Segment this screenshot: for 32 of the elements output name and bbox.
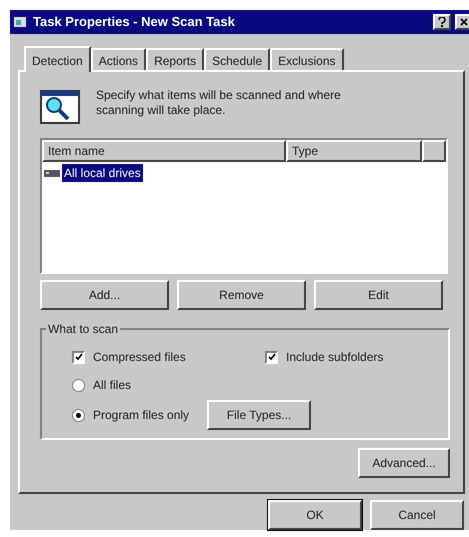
column-header[interactable]: Item name: [42, 140, 286, 162]
file-types-button[interactable]: File Types...: [207, 400, 312, 430]
option-label: Include subfolders: [286, 349, 384, 366]
list-action-button[interactable]: Edit: [314, 280, 443, 310]
checkmark-icon: [74, 353, 82, 361]
window-title: Task Properties - New Scan Task: [33, 13, 236, 32]
list-item[interactable]: All local drives: [62, 164, 143, 182]
list-action-button[interactable]: Remove: [177, 280, 306, 310]
tab[interactable]: Detection: [24, 46, 91, 72]
magnifier-icon: [40, 88, 80, 124]
tab[interactable]: Schedule: [204, 48, 270, 70]
description-text: Specify what items will be scanned and where scanning will take place.: [96, 88, 342, 118]
dialog-button[interactable]: Cancel: [370, 500, 464, 530]
tab[interactable]: Exclusions: [270, 48, 344, 70]
window-icon: [13, 15, 29, 29]
radio-button[interactable]: [72, 408, 85, 422]
list-action-button[interactable]: Add...: [40, 280, 169, 310]
checkmark-icon: [268, 353, 276, 361]
close-icon[interactable]: [455, 14, 469, 30]
checkbox[interactable]: [72, 350, 85, 364]
column-header[interactable]: Type: [286, 140, 422, 162]
option-label: All files: [93, 377, 132, 394]
drive-icon: [44, 168, 60, 178]
checkbox[interactable]: [265, 350, 278, 364]
advanced-button[interactable]: Advanced...: [358, 448, 450, 478]
help-icon[interactable]: [433, 14, 451, 30]
option-label: Compressed files: [93, 349, 186, 366]
radio-button[interactable]: [72, 378, 85, 392]
tab[interactable]: Reports: [146, 48, 204, 70]
option-label: Program files only: [93, 407, 190, 424]
tab[interactable]: Actions: [90, 48, 146, 70]
dialog-button[interactable]: OK: [268, 500, 362, 530]
